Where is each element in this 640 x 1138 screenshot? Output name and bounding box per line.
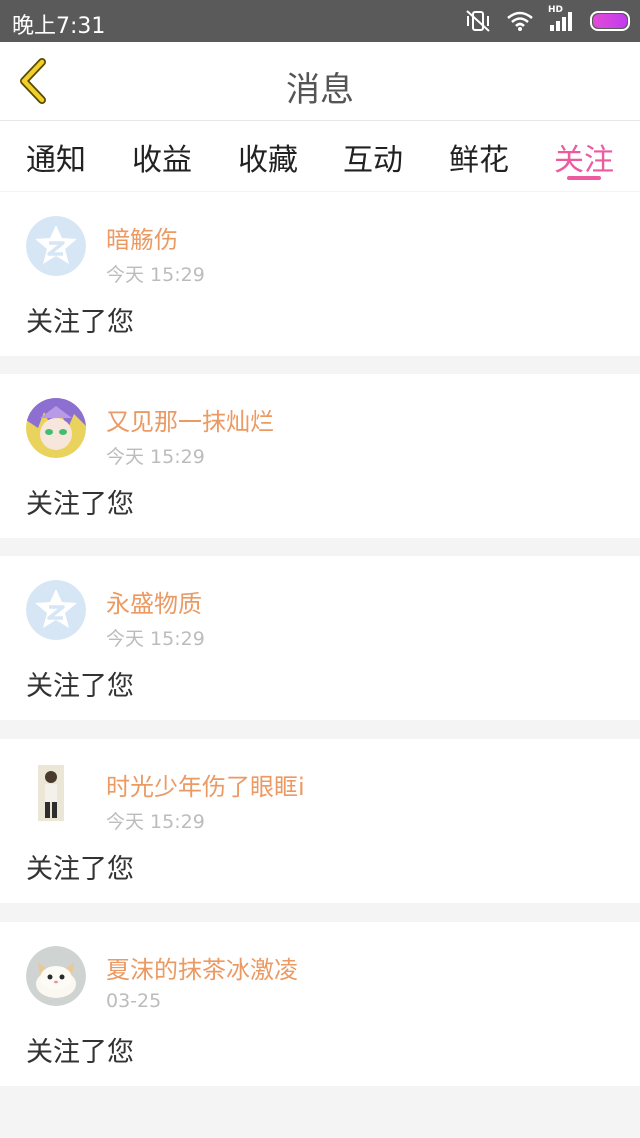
list-item[interactable]: 永盛物质 今天 15:29 关注了您 (0, 556, 640, 720)
timestamp: 今天 15:29 (106, 264, 205, 286)
list-item[interactable]: 暗觞伤 今天 15:29 关注了您 (0, 192, 640, 356)
tab-flowers[interactable]: 鲜花 (439, 135, 519, 179)
status-icons: HD (464, 5, 630, 36)
user-name[interactable]: 永盛物质 (106, 584, 202, 619)
notification-message: 关注了您 (26, 489, 134, 520)
person-photo-avatar[interactable] (26, 763, 86, 823)
timestamp: 今天 15:29 (106, 628, 205, 650)
list-item[interactable]: 夏沫的抹茶冰激凌 03-25 关注了您 (0, 922, 640, 1086)
hd-signal-icon: HD (548, 5, 576, 34)
notification-message: 关注了您 (26, 1037, 134, 1068)
hd-label: HD (548, 4, 564, 15)
tab-bar: 通知 收益 收藏 互动 鲜花 关注 (0, 121, 640, 191)
timestamp: 今天 15:29 (106, 811, 205, 833)
tab-follow[interactable]: 关注 (544, 135, 624, 179)
tab-notice[interactable]: 通知 (16, 135, 96, 179)
page-title: 消息 (286, 70, 354, 110)
list-item[interactable]: 时光少年伤了眼眶i 今天 15:29 关注了您 (0, 739, 640, 903)
app-header: 消息 (0, 42, 640, 121)
cat-photo-avatar[interactable] (26, 946, 86, 1006)
user-name[interactable]: 暗觞伤 (106, 220, 178, 255)
tab-earnings[interactable]: 收益 (122, 135, 202, 179)
qzone-default-avatar[interactable] (26, 580, 86, 640)
user-name[interactable]: 夏沫的抹茶冰激凌 (106, 950, 298, 985)
notification-message: 关注了您 (26, 307, 134, 338)
vibrate-off-icon (466, 10, 490, 32)
battery-icon (590, 11, 630, 31)
qzone-default-avatar[interactable] (26, 216, 86, 276)
wifi-icon (507, 11, 533, 31)
timestamp: 03-25 (106, 990, 162, 1012)
active-tab-indicator (567, 176, 601, 180)
list-item[interactable]: 又见那一抹灿烂 今天 15:29 关注了您 (0, 374, 640, 538)
user-name[interactable]: 又见那一抹灿烂 (106, 402, 274, 437)
notification-message: 关注了您 (26, 671, 134, 702)
notification-message: 关注了您 (26, 854, 134, 885)
status-time: 晚上7:31 (12, 14, 106, 39)
tab-favorites[interactable]: 收藏 (228, 135, 308, 179)
user-name[interactable]: 时光少年伤了眼眶i (106, 767, 305, 802)
timestamp: 今天 15:29 (106, 446, 205, 468)
anime-character-avatar[interactable] (26, 398, 86, 458)
tab-interaction[interactable]: 互动 (333, 135, 413, 179)
status-bar: 晚上7:31 HD (0, 0, 640, 42)
